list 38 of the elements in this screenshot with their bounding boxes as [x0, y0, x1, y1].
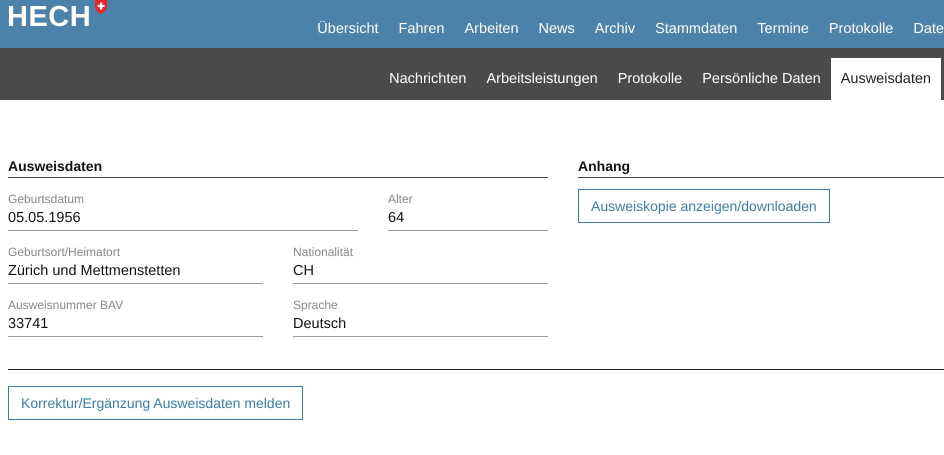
swiss-shield-icon: [94, 0, 108, 14]
sub-nav-tab[interactable]: Nachrichten: [379, 58, 476, 100]
nav-item[interactable]: Date: [903, 21, 944, 37]
field-value: Zürich und Mettmenstetten: [8, 263, 182, 279]
nav-item[interactable]: Protokolle: [818, 21, 904, 37]
nav-item[interactable]: Fahren: [388, 21, 454, 37]
form-field[interactable]: Nationalität CH: [293, 245, 548, 284]
field-label: Alter: [388, 192, 414, 206]
sub-nav-tab[interactable]: Persönliche Daten: [692, 58, 831, 100]
section-title: Anhang: [578, 158, 944, 178]
field-value: 05.05.1956: [8, 210, 82, 226]
report-button[interactable]: Korrektur/Ergänzung Ausweisdaten melden: [8, 386, 304, 420]
nav-item[interactable]: News: [528, 21, 585, 37]
nav-item[interactable]: Termine: [747, 21, 819, 37]
section-title: Ausweisdaten: [8, 158, 548, 178]
field-label: Nationalität: [293, 245, 354, 259]
download-button[interactable]: Ausweiskopie anzeigen/downloaden: [578, 189, 830, 223]
field-value: Deutsch: [293, 316, 348, 332]
field-value: CH: [293, 263, 315, 279]
form-field[interactable]: Geburtsort/Heimatort Zürich und Mettmenstetten: [8, 245, 263, 284]
sub-nav-tab[interactable]: Protokolle: [608, 58, 692, 100]
field-value: 64: [388, 210, 406, 226]
form-field[interactable]: Alter 64: [388, 192, 548, 231]
nav-item[interactable]: Stammdaten: [645, 21, 748, 37]
sub-nav-tab[interactable]: Ausweisdaten: [830, 58, 941, 100]
logo: HECH: [7, 0, 92, 34]
field-label: Ausweisnummer BAV: [8, 298, 124, 312]
sub-nav-tab[interactable]: Arbeitsleistungen: [476, 58, 608, 100]
nav-item[interactable]: Übersicht: [307, 21, 389, 37]
form-field[interactable]: Geburtsdatum 05.05.1956: [8, 192, 358, 231]
field-label: Sprache: [293, 298, 339, 312]
field-label: Geburtsdatum: [8, 192, 86, 206]
form-field[interactable]: Ausweisnummer BAV 33741: [8, 298, 263, 337]
field-label: Geburtsort/Heimatort: [8, 245, 122, 259]
nav-item[interactable]: Archiv: [584, 21, 646, 37]
form-field[interactable]: Sprache Deutsch: [293, 298, 548, 337]
field-value: 33741: [8, 316, 50, 332]
nav-item[interactable]: Arbeiten: [454, 21, 529, 37]
